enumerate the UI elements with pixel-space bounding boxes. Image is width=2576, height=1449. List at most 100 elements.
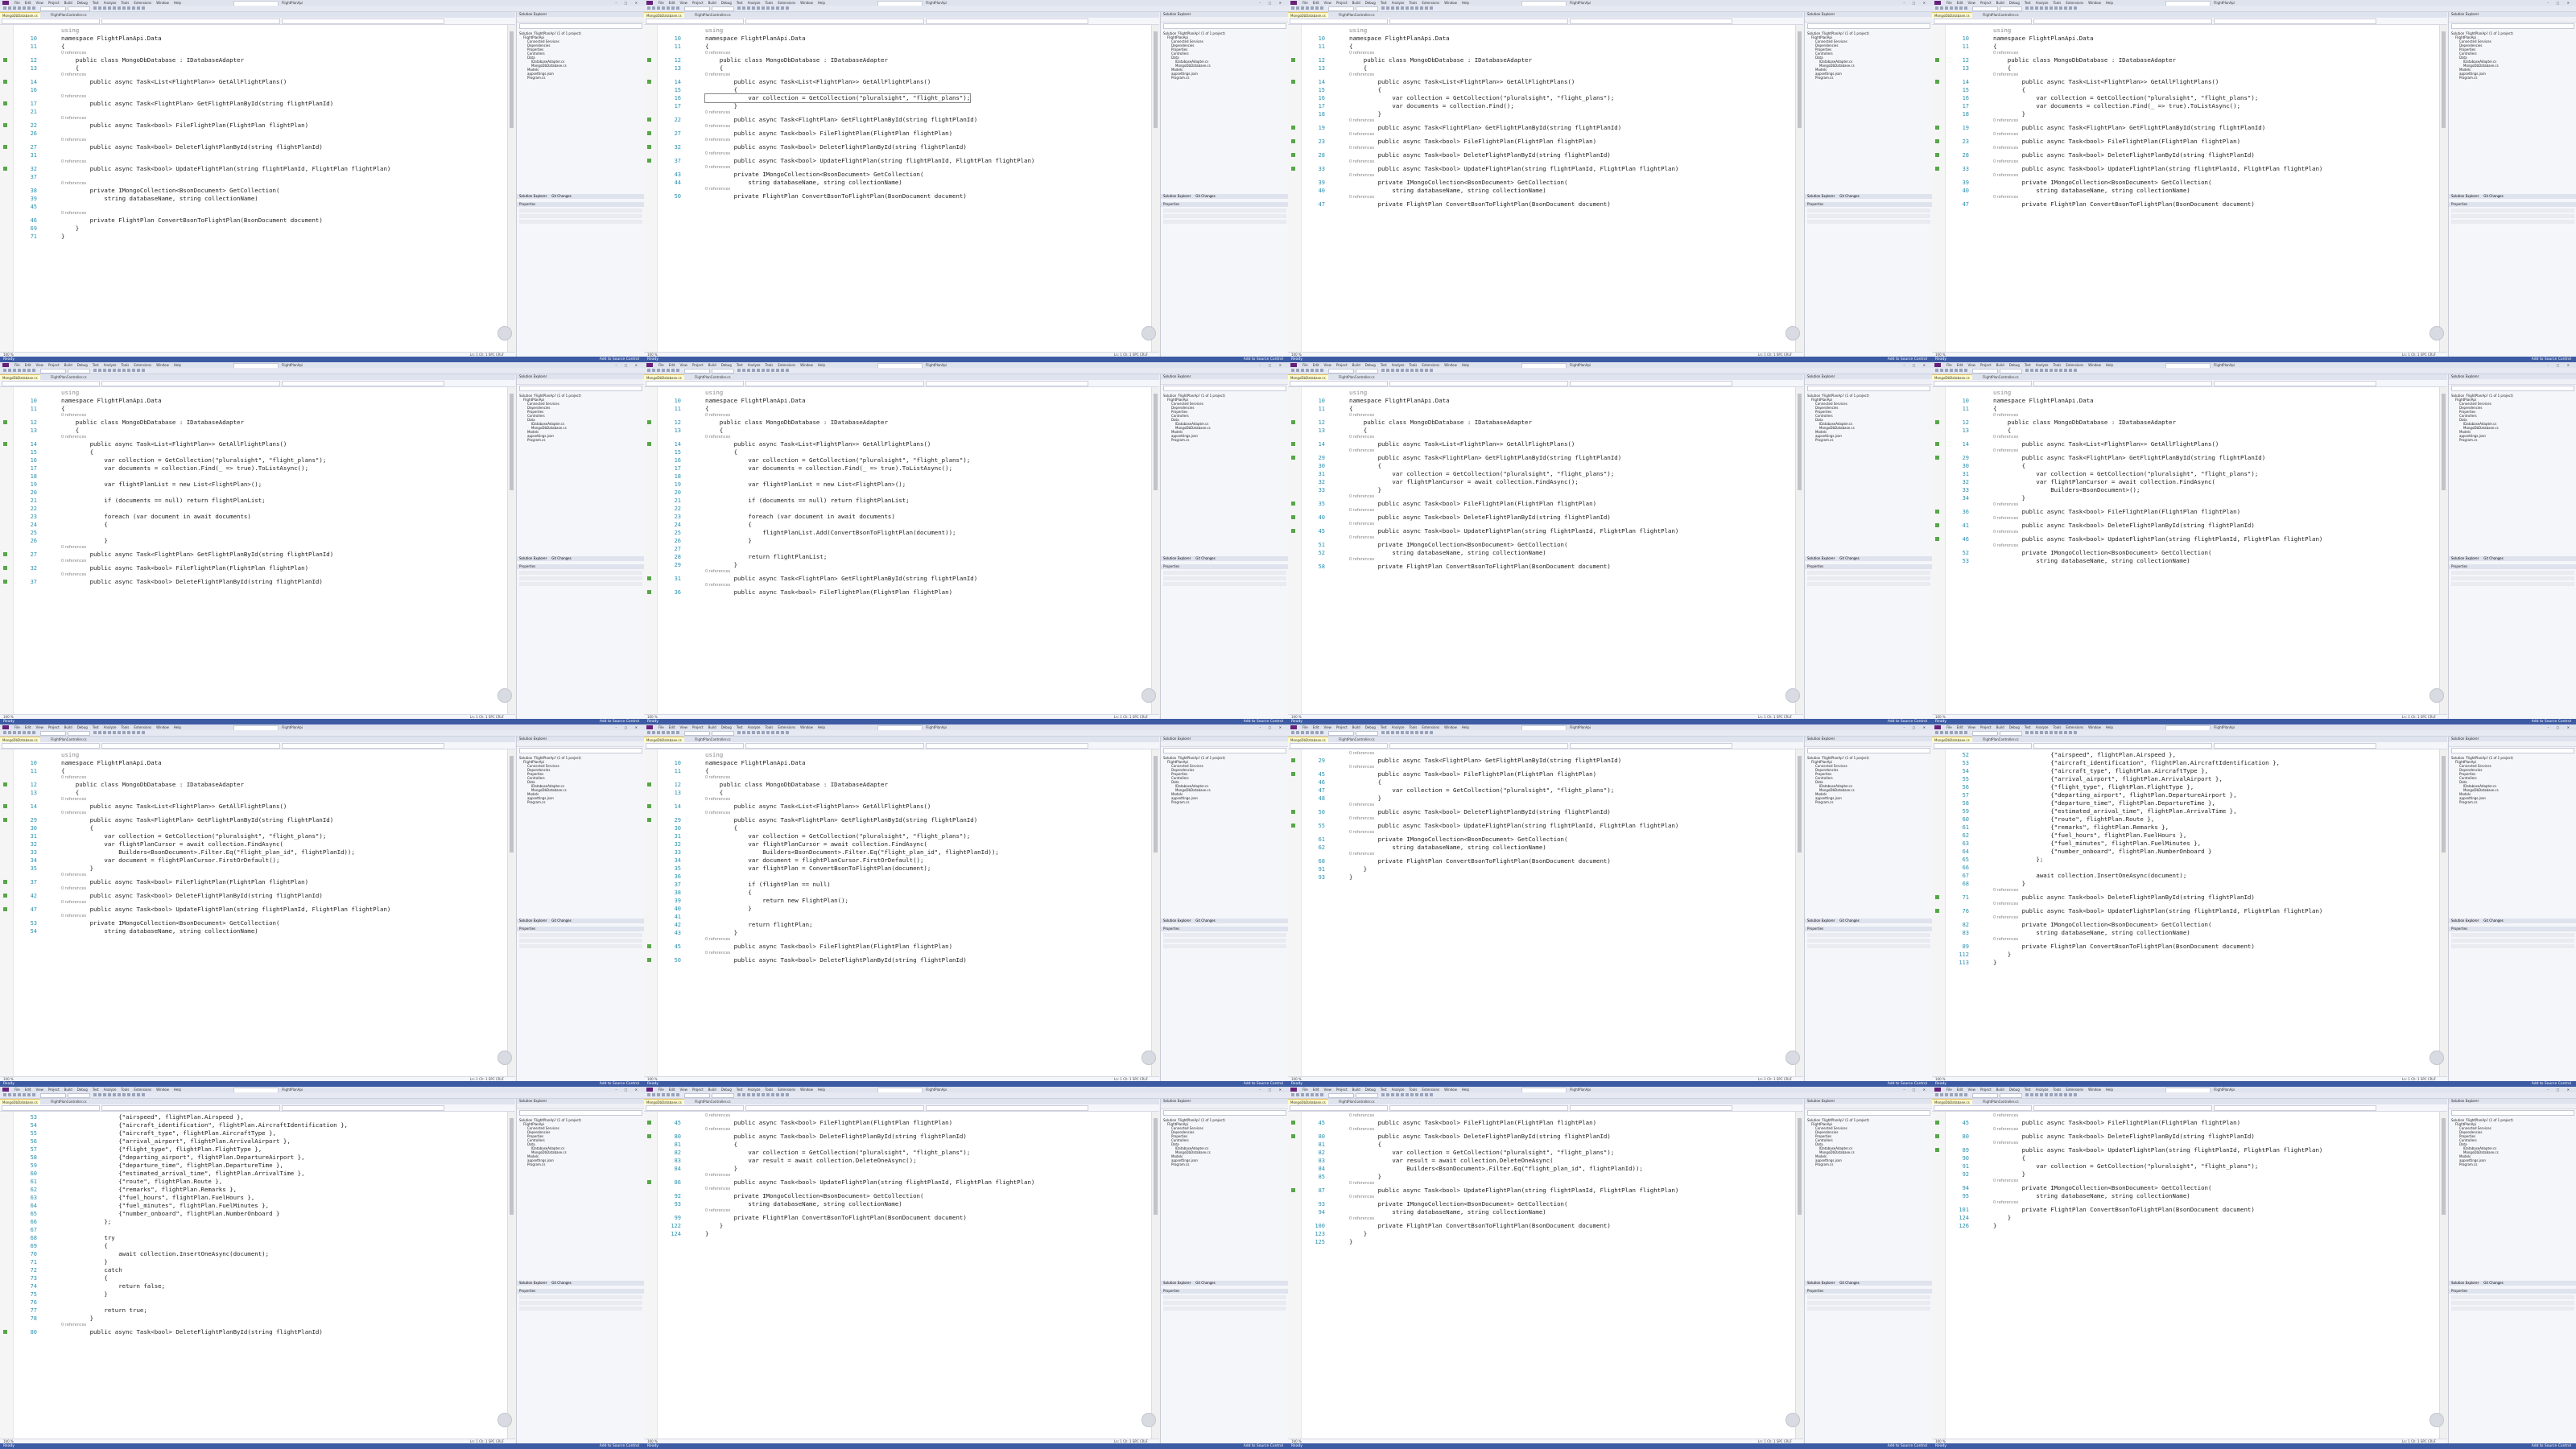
type-dropdown[interactable] xyxy=(2033,1105,2212,1111)
code-line[interactable]: 27 public async Task<FlightPlan> GetFlig… xyxy=(0,551,515,559)
code-line[interactable]: 13 { xyxy=(1932,64,2447,72)
menu-item[interactable]: Help xyxy=(174,1088,181,1092)
code-line[interactable]: 80 public async Task<bool> DeleteFlightP… xyxy=(1932,1133,2447,1141)
toolbar-button[interactable] xyxy=(652,369,655,372)
type-dropdown[interactable] xyxy=(2033,381,2212,386)
source-control-button[interactable]: Add to Source Control xyxy=(1888,1444,1927,1448)
project-dropdown[interactable] xyxy=(1934,381,2032,386)
code-line[interactable]: 23 foreach (var document in await docume… xyxy=(0,513,515,521)
source-control-button[interactable]: Add to Source Control xyxy=(1244,720,1283,724)
toolbar-button[interactable] xyxy=(132,1093,135,1096)
toolbar-button[interactable] xyxy=(737,1093,741,1096)
property-row[interactable] xyxy=(2451,214,2574,218)
code-line[interactable]: 27 public async Task<bool> DeleteFlightP… xyxy=(0,143,515,151)
menu-item[interactable]: Edit xyxy=(669,1088,675,1092)
code-line[interactable]: 22 xyxy=(0,505,515,513)
panel-tab[interactable]: Solution Explorer xyxy=(2449,194,2481,198)
toolbar-button[interactable] xyxy=(742,1093,745,1096)
type-dropdown[interactable] xyxy=(101,1105,280,1111)
menu-item[interactable]: Window xyxy=(2088,725,2101,729)
menu-item[interactable]: Analyze xyxy=(1392,725,1405,729)
code-line[interactable]: 37 public async Task<bool> UpdateFlightP… xyxy=(644,157,1159,165)
code-line[interactable]: 91 var collection = GetCollection("plura… xyxy=(1932,1162,2447,1170)
code-line[interactable]: 82 var collection = GetCollection("plura… xyxy=(644,1149,1159,1157)
code-line[interactable]: 87 public async Task<bool> UpdateFlightP… xyxy=(1288,1187,1803,1195)
code-line[interactable]: 99 private FlightPlan ConvertBsonToFligh… xyxy=(644,1214,1159,1222)
project-dropdown[interactable] xyxy=(646,1105,744,1111)
menu-item[interactable]: Project xyxy=(1980,363,1992,367)
code-line[interactable]: 69 } xyxy=(0,225,515,233)
toolbar-button[interactable] xyxy=(142,6,145,10)
toolbar-button[interactable] xyxy=(2069,1093,2072,1096)
vertical-scrollbar[interactable] xyxy=(2439,749,2447,1076)
toolbar-button[interactable] xyxy=(2045,369,2048,372)
panel-toolbar[interactable] xyxy=(2449,1104,2576,1109)
platform-dropdown[interactable] xyxy=(712,6,734,11)
toolbar-button[interactable] xyxy=(662,6,665,10)
code-line[interactable]: 14 public async Task<List<FlightPlan>> G… xyxy=(0,803,515,811)
toolbar-button[interactable] xyxy=(676,6,679,10)
menu-item[interactable]: Build xyxy=(1352,363,1360,367)
code-line[interactable]: 63 {"fuel_minutes", flightPlan.FuelMinut… xyxy=(1932,840,2447,848)
menu-item[interactable]: Edit xyxy=(1313,725,1319,729)
code-line[interactable]: 89 private FlightPlan ConvertBsonToFligh… xyxy=(1932,943,2447,951)
type-dropdown[interactable] xyxy=(101,19,280,24)
code-line[interactable]: 53 string databaseName, string collectio… xyxy=(1932,557,2447,565)
code-line[interactable]: 26 xyxy=(0,130,515,138)
toolbar-button[interactable] xyxy=(762,1093,765,1096)
solution-search-input[interactable] xyxy=(519,386,642,391)
code-line[interactable]: 31 var collection = GetCollection("plura… xyxy=(0,832,515,840)
menu-item[interactable]: File xyxy=(1946,1088,1952,1092)
platform-dropdown[interactable] xyxy=(2000,1093,2022,1098)
code-line[interactable]: using xyxy=(0,27,515,35)
toolbar-button[interactable] xyxy=(118,1093,121,1096)
configuration-dropdown[interactable] xyxy=(1328,1093,1354,1098)
tab-flightplancontroller[interactable]: FlightPlanController.cs xyxy=(1336,1099,1377,1104)
menu-item[interactable]: View xyxy=(679,725,687,729)
menu-item[interactable]: Build xyxy=(708,725,716,729)
toolbar-button[interactable] xyxy=(142,731,145,734)
toolbar-button[interactable] xyxy=(108,731,111,734)
menu-item[interactable]: Debug xyxy=(2009,1088,2020,1092)
toolbar-button[interactable] xyxy=(1415,1093,1418,1096)
tree-item[interactable]: Program.cs xyxy=(1807,76,1932,80)
vertical-scrollbar[interactable] xyxy=(2439,25,2447,352)
code-line[interactable]: 10 namespace FlightPlanApi.Data xyxy=(1288,35,1803,43)
toolbar-button[interactable] xyxy=(113,1093,116,1096)
menu-item[interactable]: Project xyxy=(1980,1088,1992,1092)
property-row[interactable] xyxy=(1163,220,1286,224)
menu-item[interactable]: Project xyxy=(692,1,704,5)
code-line[interactable]: 48 } xyxy=(1288,795,1803,803)
type-dropdown[interactable] xyxy=(101,743,280,749)
toolbar-button[interactable] xyxy=(3,369,6,372)
code-line[interactable]: 11{ xyxy=(644,43,1159,51)
menu-item[interactable]: Help xyxy=(1462,725,1469,729)
window-controls[interactable]: – ▢ ✕ xyxy=(1259,363,1285,367)
toolbar-button[interactable] xyxy=(113,369,116,372)
code-line[interactable]: 42 public async Task<bool> DeleteFlightP… xyxy=(0,892,515,900)
source-control-button[interactable]: Add to Source Control xyxy=(600,1444,639,1448)
toolbar-button[interactable] xyxy=(3,6,6,10)
toolbar-button[interactable] xyxy=(1296,369,1299,372)
panel-tab[interactable]: Solution Explorer xyxy=(1805,1281,1837,1285)
toolbar-button[interactable] xyxy=(1935,6,1938,10)
menu-item[interactable]: Test xyxy=(1381,1,1387,5)
toolbar-button[interactable] xyxy=(1401,1093,1404,1096)
toolbar-button[interactable] xyxy=(647,1093,650,1096)
code-line[interactable]: 33 Builders<BsonDocument>.Filter.Eq("fli… xyxy=(644,848,1159,857)
toolbar-button[interactable] xyxy=(3,731,6,734)
code-line[interactable]: 54 string databaseName, string collectio… xyxy=(0,927,515,935)
property-row[interactable] xyxy=(2451,933,2574,937)
toolbar-button[interactable] xyxy=(766,369,770,372)
code-line[interactable]: 54 {"aircraft_identification", flightPla… xyxy=(0,1121,515,1129)
toolbar-button[interactable] xyxy=(771,369,774,372)
tree-item[interactable]: Program.cs xyxy=(519,76,644,80)
code-line[interactable]: 12 public class MongoDbDatabase : IDatab… xyxy=(644,56,1159,64)
code-editor[interactable]: using 10 namespace FlightPlanApi.Data 11{0 … xyxy=(644,749,1159,1076)
property-row[interactable] xyxy=(519,571,642,575)
toolbar-button[interactable] xyxy=(2025,731,2029,734)
property-row[interactable] xyxy=(1807,1295,1930,1299)
scrollbar-thumb[interactable] xyxy=(1154,1118,1158,1215)
toolbar-button[interactable] xyxy=(23,369,26,372)
toolbar-button[interactable] xyxy=(2064,369,2067,372)
